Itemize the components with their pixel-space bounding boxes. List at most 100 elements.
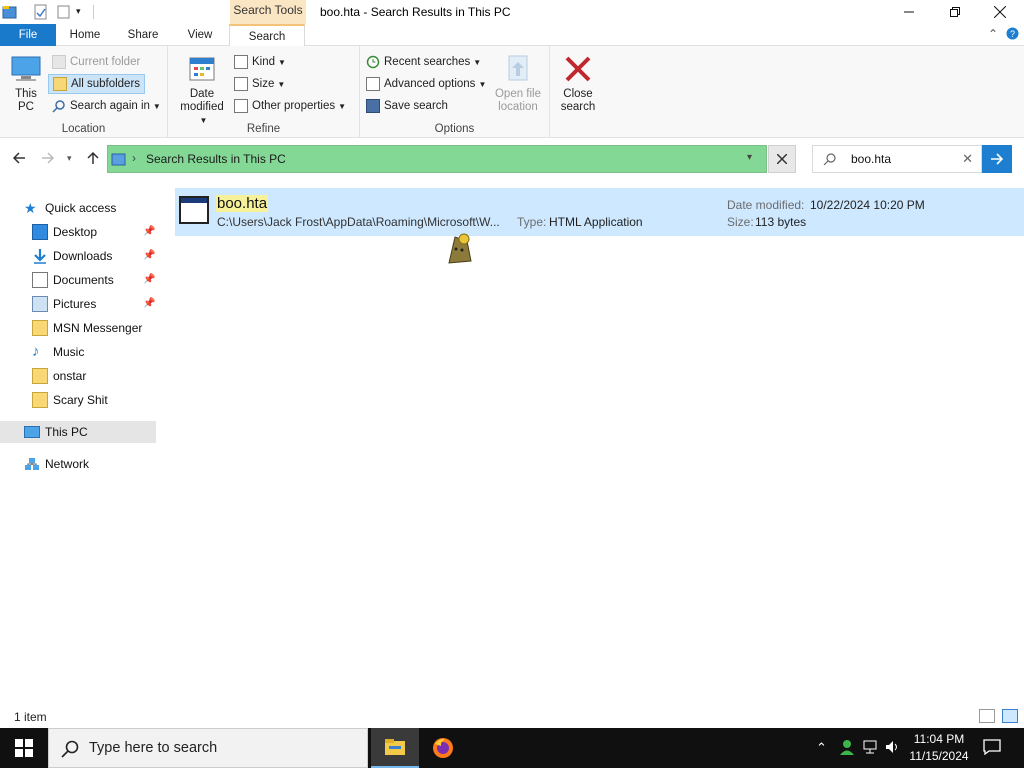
nav-item-onstar[interactable]: onstar bbox=[32, 365, 86, 387]
kind-button[interactable]: Kind ▼ bbox=[234, 52, 286, 72]
location-group-label: Location bbox=[61, 123, 106, 135]
chevron-up-icon[interactable]: ⌃ bbox=[988, 27, 998, 41]
close-search-button[interactable]: Close search bbox=[554, 54, 602, 114]
search-icon bbox=[823, 152, 837, 169]
result-item[interactable]: boo.hta C:\Users\Jack Frost\AppData\Roam… bbox=[175, 188, 1024, 236]
minimize-button[interactable] bbox=[886, 0, 932, 24]
nav-item-msn-messenger[interactable]: MSN Messenger bbox=[32, 317, 142, 339]
taskbar-file-explorer[interactable] bbox=[371, 728, 419, 768]
nav-item-label: Music bbox=[53, 345, 85, 359]
breadcrumb-chevron-icon[interactable]: › bbox=[132, 151, 136, 165]
pin-icon[interactable]: 📌 bbox=[143, 226, 155, 237]
new-folder-icon[interactable] bbox=[56, 4, 72, 20]
taskbar-firefox[interactable] bbox=[419, 728, 467, 768]
cancel-search-button[interactable] bbox=[768, 145, 796, 173]
restore-button[interactable] bbox=[932, 0, 978, 24]
current-folder-button[interactable]: Current folder bbox=[52, 52, 140, 72]
address-dropdown-icon[interactable]: ▾ bbox=[747, 152, 752, 163]
network-icon[interactable] bbox=[863, 740, 879, 757]
result-type-value: HTML Application bbox=[549, 215, 643, 229]
network-icon bbox=[24, 456, 40, 472]
nav-item-pictures[interactable]: Pictures bbox=[32, 293, 96, 315]
tab-search[interactable]: Search bbox=[229, 24, 305, 47]
size-label: Size bbox=[252, 78, 275, 90]
clock-time: 11:04 PM bbox=[913, 732, 965, 746]
recent-icon bbox=[366, 55, 380, 69]
search-icon bbox=[61, 740, 79, 761]
size-button[interactable]: Size ▼ bbox=[234, 74, 285, 94]
nav-this-pc[interactable]: This PC bbox=[0, 421, 156, 443]
nav-item-label: onstar bbox=[53, 369, 87, 383]
taskbar-search-box[interactable]: Type here to search bbox=[48, 728, 368, 768]
pin-icon[interactable]: 📌 bbox=[143, 274, 155, 285]
svg-text:?: ? bbox=[1010, 29, 1015, 39]
nav-item-documents[interactable]: Documents bbox=[32, 269, 114, 291]
close-window-button[interactable] bbox=[977, 0, 1023, 24]
search-input[interactable]: boo.hta ✕ bbox=[812, 145, 982, 173]
nav-network[interactable]: Network bbox=[24, 453, 89, 475]
pictures-icon bbox=[32, 296, 48, 312]
nav-quick-access[interactable]: ★ Quick access bbox=[24, 197, 116, 219]
properties-icon[interactable] bbox=[33, 4, 49, 20]
back-arrow-icon[interactable] bbox=[11, 150, 27, 171]
nav-item-scary-shit[interactable]: Scary Shit bbox=[32, 389, 108, 411]
kind-label: Kind bbox=[252, 56, 276, 68]
pin-icon[interactable]: 📌 bbox=[143, 298, 155, 309]
subfolders-icon bbox=[53, 77, 67, 91]
close-icon bbox=[565, 56, 591, 82]
system-clock[interactable]: 11:04 PM 11/15/2024 bbox=[908, 731, 970, 765]
open-file-location-button[interactable]: Open file location bbox=[490, 54, 546, 114]
refine-group-label: Refine bbox=[246, 123, 281, 135]
address-path[interactable]: Search Results in This PC bbox=[146, 152, 286, 166]
tab-share[interactable]: Share bbox=[120, 24, 166, 46]
properties-icon bbox=[234, 99, 248, 113]
show-hidden-icons-chevron-icon[interactable]: ⌃ bbox=[816, 740, 827, 756]
help-icon[interactable]: ? bbox=[1006, 27, 1019, 43]
desktop-icon bbox=[32, 224, 48, 240]
nav-item-downloads[interactable]: Downloads bbox=[32, 245, 112, 267]
address-bar[interactable]: › Search Results in This PC bbox=[107, 145, 767, 173]
tab-view[interactable]: View bbox=[178, 24, 222, 46]
date-modified-label: Date modified bbox=[180, 88, 224, 113]
save-search-button[interactable]: Save search bbox=[366, 96, 448, 116]
open-file-location-label: Open file location bbox=[494, 88, 542, 113]
start-button[interactable] bbox=[0, 728, 48, 768]
result-size-value: 113 bytes bbox=[755, 215, 807, 229]
folder-icon[interactable] bbox=[2, 4, 18, 20]
this-pc-button[interactable]: This PC bbox=[6, 54, 46, 114]
taskbar-search-placeholder: Type here to search bbox=[89, 740, 218, 756]
up-arrow-icon[interactable] bbox=[85, 150, 101, 171]
clear-search-icon[interactable]: ✕ bbox=[962, 151, 973, 167]
folder-icon bbox=[32, 392, 48, 408]
size-icon bbox=[234, 77, 248, 91]
tab-file[interactable]: File bbox=[0, 24, 56, 46]
nav-item-desktop[interactable]: Desktop bbox=[32, 221, 97, 243]
nav-item-label: Documents bbox=[53, 273, 114, 287]
recent-locations-chevron-icon[interactable]: ▾ bbox=[67, 153, 72, 164]
other-properties-label: Other properties bbox=[252, 100, 336, 112]
customize-qat-icon[interactable]: ▾ bbox=[76, 6, 92, 22]
search-again-in-button[interactable]: Search again in ▼ bbox=[52, 96, 161, 116]
close-icon bbox=[777, 154, 787, 164]
this-pc-label: This PC bbox=[15, 88, 37, 113]
location-group: This PC Current folder All subfolders Se… bbox=[0, 46, 168, 138]
user-status-icon[interactable] bbox=[838, 738, 856, 759]
nav-network-label: Network bbox=[45, 457, 90, 471]
advanced-options-button[interactable]: Advanced options ▼ bbox=[366, 74, 486, 94]
forward-arrow-icon[interactable] bbox=[40, 150, 56, 171]
clock-date: 11/15/2024 bbox=[909, 749, 969, 763]
tab-home[interactable]: Home bbox=[62, 24, 108, 46]
nav-item-music[interactable]: ♪ Music bbox=[32, 341, 84, 363]
date-modified-button[interactable]: Date modified▼ bbox=[172, 54, 232, 127]
all-subfolders-button[interactable]: All subfolders bbox=[48, 74, 146, 94]
details-view-icon[interactable] bbox=[979, 709, 995, 723]
volume-icon[interactable] bbox=[885, 740, 901, 757]
large-icons-view-icon[interactable] bbox=[1002, 709, 1018, 723]
other-properties-button[interactable]: Other properties ▼ bbox=[234, 96, 346, 116]
search-go-button[interactable] bbox=[982, 145, 1012, 173]
pin-icon[interactable]: 📌 bbox=[143, 250, 155, 261]
notifications-icon[interactable] bbox=[983, 739, 1001, 758]
arrow-right-icon bbox=[991, 153, 1004, 165]
recent-searches-button[interactable]: Recent searches ▼ bbox=[366, 52, 481, 72]
result-file-name[interactable]: boo.hta bbox=[216, 195, 269, 212]
